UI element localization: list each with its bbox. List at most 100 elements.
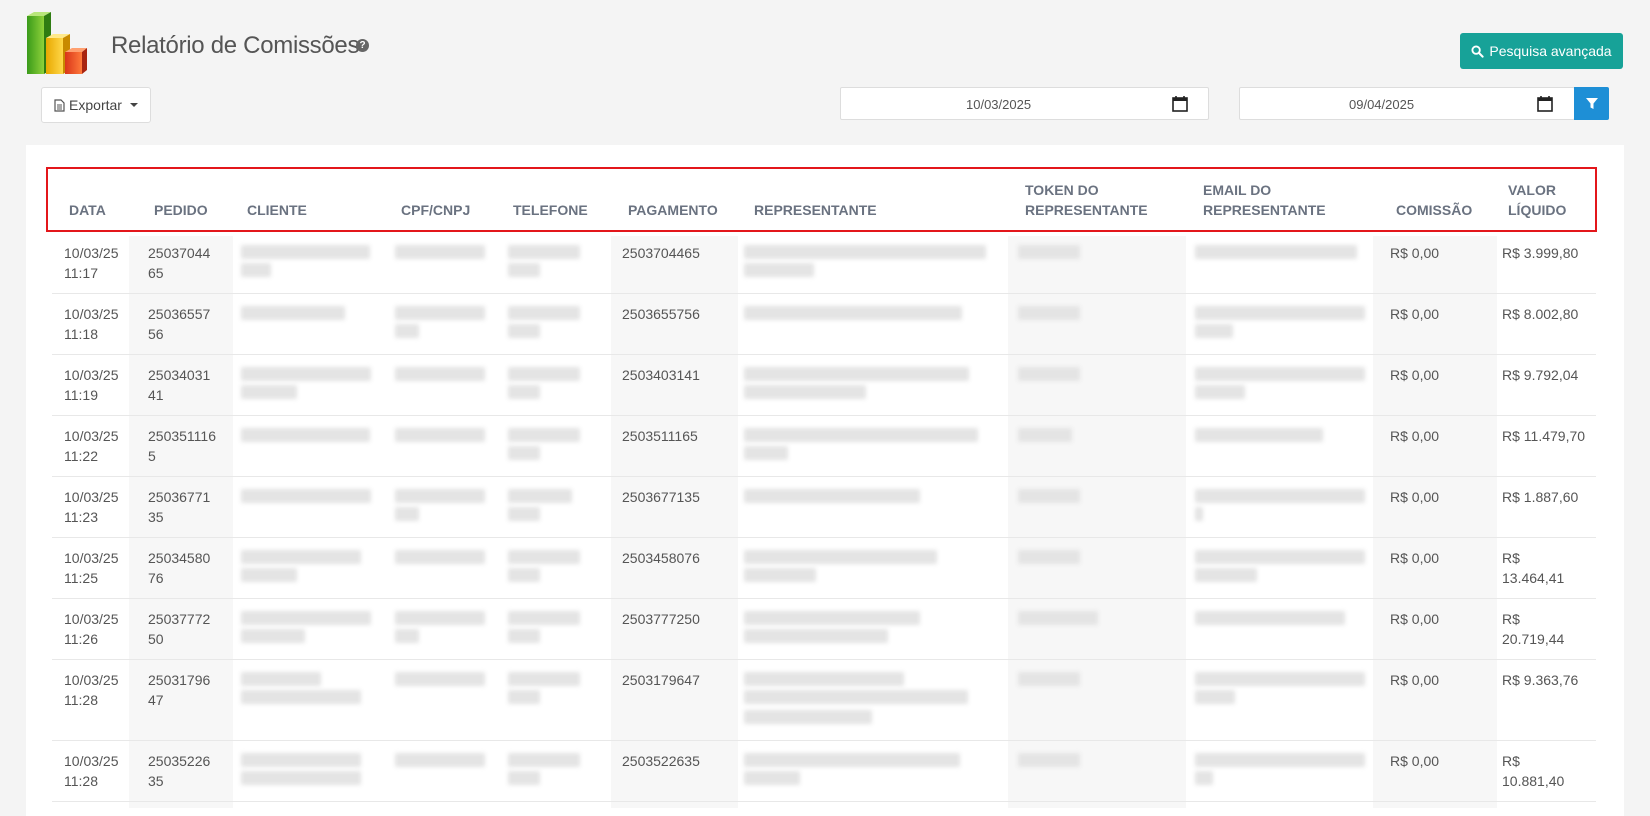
calendar-icon[interactable] xyxy=(1171,95,1189,113)
cell-pedido-line1: 25037772 xyxy=(148,611,211,627)
redacted-text xyxy=(1195,690,1235,704)
calendar-icon[interactable] xyxy=(1536,95,1554,113)
cell-date-time: 11:28 xyxy=(64,692,98,708)
cell-pagamento: 2503704465 xyxy=(622,245,700,261)
cell-pedido: 25037044 65 xyxy=(148,243,210,283)
cell-date: 10/03/25 11:18 xyxy=(64,304,119,344)
cell-valor-line2: 20.719,44 xyxy=(1502,631,1565,647)
cell-valor-line1: R$ xyxy=(1502,753,1520,769)
redacted-text xyxy=(241,690,361,704)
cell-pedido-line1: 25037044 xyxy=(148,245,211,261)
redacted-text xyxy=(395,306,485,320)
redacted-text xyxy=(744,446,788,460)
cell-pedido-line2: 41 xyxy=(148,387,164,403)
redacted-text xyxy=(508,367,580,381)
cell-pagamento: 2503677135 xyxy=(622,489,700,505)
row-separator xyxy=(52,354,1596,355)
redacted-text xyxy=(508,324,540,338)
cell-pedido-line1: 25036771 xyxy=(148,489,211,505)
row-separator xyxy=(52,801,1596,802)
export-button[interactable]: Exportar xyxy=(41,87,151,123)
cell-date-day: 10/03/25 xyxy=(64,672,119,688)
advanced-search-button[interactable]: Pesquisa avançada xyxy=(1460,33,1623,69)
cell-date: 10/03/25 11:25 xyxy=(64,548,119,588)
cell-valor-liquido: R$ 10.881,40 xyxy=(1502,751,1564,791)
redacted-text xyxy=(1018,306,1080,320)
redacted-text xyxy=(508,245,580,259)
redacted-text xyxy=(744,568,816,582)
redacted-text xyxy=(1018,245,1080,259)
cell-date: 10/03/25 11:28 xyxy=(64,751,119,791)
redacted-text xyxy=(395,245,485,259)
date-from-input[interactable]: 10/03/2025 xyxy=(840,87,1209,120)
column-shade xyxy=(1008,236,1186,808)
cell-comissao: R$ 0,00 xyxy=(1390,306,1440,322)
cell-pedido-line1: 25035226 xyxy=(148,753,211,769)
redacted-text xyxy=(1018,611,1098,625)
cell-pedido: 250351116 5 xyxy=(148,426,216,466)
date-from-value: 10/03/2025 xyxy=(966,97,1032,112)
redacted-text xyxy=(241,672,321,686)
header-highlight-box xyxy=(46,167,1597,232)
cell-pedido: 25036557 56 xyxy=(148,304,210,344)
redacted-text xyxy=(508,771,540,785)
redacted-text xyxy=(508,428,580,442)
cell-pagamento: 2503522635 xyxy=(622,753,700,769)
redacted-text xyxy=(1195,428,1323,442)
redacted-text xyxy=(1018,672,1080,686)
redacted-text xyxy=(1195,367,1365,381)
redacted-text xyxy=(1195,306,1365,320)
redacted-text xyxy=(744,611,920,625)
cell-pedido: 25031796 47 xyxy=(148,670,210,710)
filter-button[interactable] xyxy=(1574,87,1609,120)
cell-pedido: 25034580 76 xyxy=(148,548,210,588)
redacted-text xyxy=(508,690,540,704)
cell-date-day: 10/03/25 xyxy=(64,753,119,769)
redacted-text xyxy=(395,324,419,338)
cell-valor-liquido: R$ 3.999,80 xyxy=(1502,243,1578,263)
cell-pedido: 25035226 35 xyxy=(148,751,210,791)
cell-valor-line1: R$ 3.999,80 xyxy=(1502,245,1579,261)
help-icon[interactable]: ? xyxy=(356,39,369,52)
cell-valor-line1: R$ 8.002,80 xyxy=(1502,306,1579,322)
cell-comissao: R$ 0,00 xyxy=(1390,245,1440,261)
redacted-text xyxy=(1195,753,1365,767)
redacted-text xyxy=(395,611,485,625)
cell-valor-line1: R$ 9.792,04 xyxy=(1502,367,1579,383)
date-to-value: 09/04/2025 xyxy=(1349,97,1415,112)
cell-pedido-line1: 25036557 xyxy=(148,306,211,322)
cell-valor-line2: 10.881,40 xyxy=(1502,773,1565,789)
cell-pedido-line1: 25034031 xyxy=(148,367,211,383)
cell-date-day: 10/03/25 xyxy=(64,245,119,261)
redacted-text xyxy=(395,753,485,767)
redacted-text xyxy=(744,710,872,724)
redacted-text xyxy=(241,263,271,277)
cell-date-time: 11:23 xyxy=(64,509,98,525)
cell-date: 10/03/25 11:17 xyxy=(64,243,119,283)
redacted-text xyxy=(1195,489,1365,503)
cell-pagamento: 2503179647 xyxy=(622,672,700,688)
redacted-text xyxy=(1018,753,1080,767)
redacted-text xyxy=(508,568,540,582)
redacted-text xyxy=(1195,507,1203,521)
cell-comissao: R$ 0,00 xyxy=(1390,428,1440,444)
redacted-text xyxy=(508,629,540,643)
cell-valor-line2: 13.464,41 xyxy=(1502,570,1565,586)
redacted-text xyxy=(241,428,370,442)
cell-pedido: 25037772 50 xyxy=(148,609,210,649)
cell-comissao: R$ 0,00 xyxy=(1390,367,1440,383)
redacted-text xyxy=(744,428,978,442)
cell-pagamento: 2503403141 xyxy=(622,367,700,383)
redacted-text xyxy=(744,385,866,399)
redacted-text xyxy=(744,367,969,381)
cell-pedido-line2: 35 xyxy=(148,509,164,525)
cell-date-time: 11:19 xyxy=(64,387,98,403)
redacted-text xyxy=(744,550,937,564)
cell-pedido: 25034031 41 xyxy=(148,365,210,405)
redacted-text xyxy=(241,550,361,564)
cell-valor-liquido: R$ 13.464,41 xyxy=(1502,548,1564,588)
redacted-text xyxy=(395,629,419,643)
cell-date-day: 10/03/25 xyxy=(64,367,119,383)
date-to-input[interactable]: 09/04/2025 xyxy=(1239,87,1575,120)
cell-date-day: 10/03/25 xyxy=(64,306,119,322)
